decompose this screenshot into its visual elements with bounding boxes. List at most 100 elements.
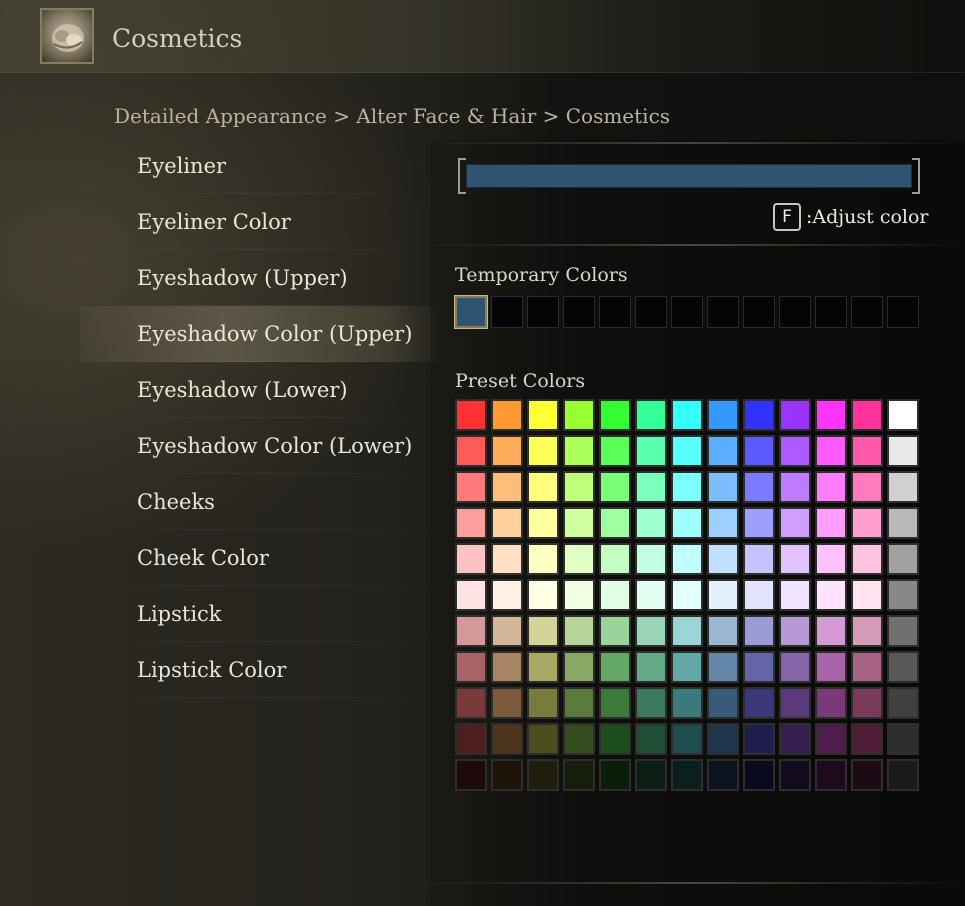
preset-color-swatch[interactable] [743,435,775,467]
preset-color-swatch[interactable] [599,435,631,467]
preset-color-swatch[interactable] [491,651,523,683]
preset-color-swatch[interactable] [743,507,775,539]
preset-color-swatch[interactable] [779,651,811,683]
preset-color-swatch[interactable] [491,723,523,755]
preset-color-swatch[interactable] [599,399,631,431]
preset-color-swatch[interactable] [779,471,811,503]
preset-color-swatch[interactable] [491,687,523,719]
preset-color-swatch[interactable] [599,471,631,503]
preset-color-swatch[interactable] [743,759,775,791]
preset-color-swatch[interactable] [527,543,559,575]
preset-color-swatch[interactable] [563,759,595,791]
preset-color-swatch[interactable] [563,543,595,575]
preset-color-swatch[interactable] [815,399,847,431]
preset-color-swatch[interactable] [455,759,487,791]
menu-item-lipstick-color[interactable]: Lipstick Color [80,642,440,698]
menu-item-eyeshadow-color-upper[interactable]: Eyeshadow Color (Upper) [80,306,440,362]
temporary-color-swatch[interactable] [707,296,739,328]
temporary-color-swatch[interactable] [635,296,667,328]
preset-color-swatch[interactable] [815,543,847,575]
preset-color-swatch[interactable] [635,435,667,467]
preset-color-swatch[interactable] [599,687,631,719]
preset-color-swatch[interactable] [491,759,523,791]
preset-color-swatch[interactable] [455,471,487,503]
preset-color-swatch[interactable] [707,579,739,611]
preset-color-swatch[interactable] [707,759,739,791]
temporary-color-swatch[interactable] [563,296,595,328]
preset-color-swatch[interactable] [671,687,703,719]
preset-color-swatch[interactable] [491,615,523,647]
menu-item-eyeliner[interactable]: Eyeliner [80,138,440,194]
preset-color-swatch[interactable] [671,579,703,611]
f-key-icon[interactable]: F [773,203,801,231]
temporary-color-swatch[interactable] [491,296,523,328]
preset-color-swatch[interactable] [851,723,883,755]
preset-color-swatch[interactable] [563,687,595,719]
preset-color-swatch[interactable] [599,615,631,647]
preset-color-swatch[interactable] [779,759,811,791]
preset-color-swatch[interactable] [815,507,847,539]
preset-color-swatch[interactable] [527,399,559,431]
temporary-color-swatch[interactable] [851,296,883,328]
preset-color-swatch[interactable] [707,615,739,647]
preset-color-swatch[interactable] [527,471,559,503]
preset-color-swatch[interactable] [455,579,487,611]
preset-color-swatch[interactable] [671,435,703,467]
preset-color-swatch[interactable] [635,507,667,539]
preset-color-swatch[interactable] [851,399,883,431]
preset-color-swatch[interactable] [635,579,667,611]
preset-color-swatch[interactable] [743,579,775,611]
preset-color-swatch[interactable] [851,471,883,503]
preset-color-swatch[interactable] [743,651,775,683]
menu-item-eyeshadow-color-lower[interactable]: Eyeshadow Color (Lower) [80,418,440,474]
preset-color-swatch[interactable] [851,579,883,611]
preset-color-swatch[interactable] [815,687,847,719]
preset-color-swatch[interactable] [815,615,847,647]
preset-color-swatch[interactable] [563,399,595,431]
temporary-color-swatch[interactable] [527,296,559,328]
menu-item-eyeliner-color[interactable]: Eyeliner Color [80,194,440,250]
preset-color-swatch[interactable] [887,759,919,791]
preset-color-swatch[interactable] [779,687,811,719]
preset-color-swatch[interactable] [743,543,775,575]
preset-color-swatch[interactable] [599,543,631,575]
preset-color-swatch[interactable] [815,471,847,503]
preset-color-swatch[interactable] [887,543,919,575]
preset-color-swatch[interactable] [671,615,703,647]
preset-color-swatch[interactable] [563,723,595,755]
preset-color-swatch[interactable] [779,507,811,539]
temporary-color-swatch[interactable] [887,296,919,328]
preset-color-swatch[interactable] [491,507,523,539]
preset-color-swatch[interactable] [707,471,739,503]
preset-color-swatch[interactable] [671,759,703,791]
preset-color-swatch[interactable] [743,471,775,503]
preset-color-swatch[interactable] [563,435,595,467]
preset-color-swatch[interactable] [635,615,667,647]
preset-color-swatch[interactable] [671,543,703,575]
preset-color-swatch[interactable] [779,543,811,575]
temporary-color-swatch[interactable] [779,296,811,328]
preset-color-swatch[interactable] [887,471,919,503]
preset-color-swatch[interactable] [851,759,883,791]
preset-color-swatch[interactable] [635,651,667,683]
preset-color-swatch[interactable] [635,471,667,503]
preset-color-swatch[interactable] [851,507,883,539]
preset-color-swatch[interactable] [635,687,667,719]
preset-color-swatch[interactable] [743,399,775,431]
preset-color-swatch[interactable] [455,687,487,719]
menu-item-eyeshadow-lower[interactable]: Eyeshadow (Lower) [80,362,440,418]
preset-color-swatch[interactable] [887,651,919,683]
preset-color-swatch[interactable] [707,435,739,467]
preset-color-swatch[interactable] [563,615,595,647]
current-color-bar[interactable] [458,158,920,194]
preset-color-swatch[interactable] [455,507,487,539]
preset-color-swatch[interactable] [707,507,739,539]
preset-color-swatch[interactable] [527,723,559,755]
preset-color-swatch[interactable] [563,651,595,683]
temporary-color-swatch[interactable] [815,296,847,328]
preset-color-swatch[interactable] [491,399,523,431]
preset-color-swatch[interactable] [851,687,883,719]
preset-color-swatch[interactable] [635,759,667,791]
preset-color-swatch[interactable] [455,399,487,431]
preset-color-swatch[interactable] [671,399,703,431]
